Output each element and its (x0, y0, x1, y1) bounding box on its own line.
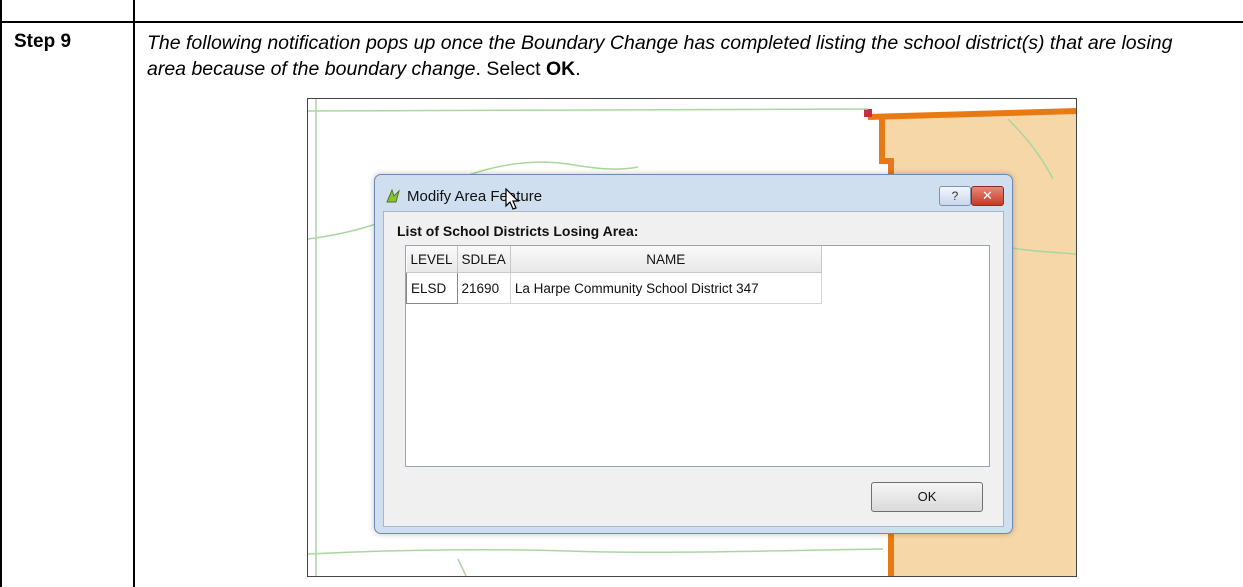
modify-area-feature-dialog: Modify Area Feature ? ✕ List of School D… (374, 174, 1013, 534)
close-button[interactable]: ✕ (971, 186, 1004, 206)
table-border (133, 0, 135, 22)
cell-level[interactable]: ELSD (406, 272, 458, 304)
table-header-row: LEVEL SDLEA NAME (406, 246, 822, 273)
table-border (133, 21, 135, 587)
step-label: Step 9 (14, 31, 72, 52)
cell-name[interactable]: La Harpe Community School District 347 (510, 272, 822, 304)
cell-sdlea[interactable]: 21690 (457, 272, 511, 304)
screenshot: Modify Area Feature ? ✕ List of School D… (307, 98, 1077, 577)
table-border (0, 21, 1243, 23)
qgis-icon (384, 187, 402, 205)
table-row[interactable]: ELSD 21690 La Harpe Community School Dis… (406, 272, 822, 304)
help-button[interactable]: ? (939, 186, 971, 206)
mouse-cursor-icon (505, 187, 521, 212)
document-table: Step 9 The following notification pops u… (0, 0, 1243, 587)
column-header-name[interactable]: NAME (510, 246, 822, 273)
dialog-title: Modify Area Feature (407, 188, 543, 205)
dialog-titlebar[interactable]: Modify Area Feature ? ✕ (375, 175, 1012, 212)
step-instruction: The following notification pops up once … (147, 30, 1207, 82)
instruction-select: . Select (475, 58, 546, 80)
instruction-ok: OK (545, 58, 576, 80)
table-border (0, 21, 2, 587)
instruction-end: . (575, 58, 581, 80)
districts-table[interactable]: LEVEL SDLEA NAME ELSD 21690 La Harpe Com… (405, 245, 990, 467)
list-label: List of School Districts Losing Area: (397, 223, 639, 239)
table-border (0, 0, 2, 22)
column-header-level[interactable]: LEVEL (406, 246, 458, 273)
column-header-sdlea[interactable]: SDLEA (457, 246, 511, 273)
dialog-body: List of School Districts Losing Area: LE… (383, 211, 1004, 527)
instruction-text: The following notification pops up once … (147, 32, 1173, 80)
ok-button[interactable]: OK (871, 482, 983, 512)
